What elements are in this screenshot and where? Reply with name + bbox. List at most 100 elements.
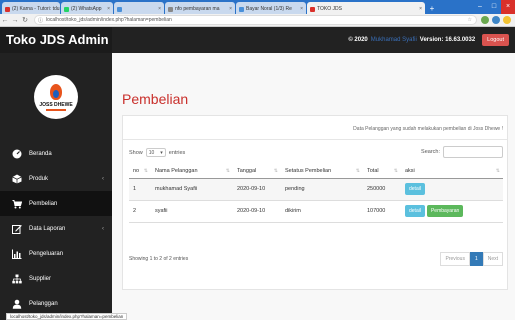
previous-button[interactable]: Previous [440,252,470,266]
extension-icon[interactable] [481,16,489,24]
browser-tab[interactable]: (2) WhatsApp × [61,2,113,14]
sidebar-item-label: Pengeluaran [29,250,64,257]
sidebar-item-pengeluaran[interactable]: Pengeluaran [0,241,112,266]
browser-tab[interactable]: × [114,2,164,14]
panel: Data Pelanggan yang sudah melakukan pemb… [122,115,508,290]
sitemap-icon [12,274,22,284]
cell-aksi: detail Pembayaran [401,199,503,223]
col-status[interactable]: Setatus Pembelian ⇅ [281,164,363,179]
table-row: 2 syafii 2020-09-10 dikirim 107000 detai… [129,199,503,223]
chevron-left-icon: ‹ [102,225,104,232]
logout-button[interactable]: Logout [482,34,509,46]
tab-favicon-icon [239,6,244,12]
tab-favicon-icon [5,6,10,12]
bookmark-star-icon[interactable]: ☆ [468,17,472,23]
cell-tanggal: 2020-09-10 [233,199,281,223]
cell-no: 2 [129,199,151,223]
detail-button[interactable]: detail [405,205,425,217]
col-nama[interactable]: Nama Pelanggan ⇅ [151,164,233,179]
header-user: Mukhamad Syafii [370,37,417,43]
tab-close-icon[interactable]: × [229,6,232,12]
browser-tabbar: (2) Karna - Tutori: tdu× (2) WhatsApp× ×… [0,0,515,14]
browser-tab[interactable]: (2) Karna - Tutori: tdu× [2,2,60,14]
show-entries: Show 10 ▾ entries [129,148,185,157]
tab-close-icon[interactable]: × [158,6,161,12]
cell-aksi: detail [401,177,503,201]
browser-tab[interactable]: Bayar Noral (1/3) Re × [236,2,306,14]
header-year: © 2020 [348,37,368,43]
extension-icon[interactable] [492,16,500,24]
new-tab-icon[interactable]: + [426,4,438,14]
profile-icon[interactable] [503,16,511,24]
window-controls: – □ × [473,0,515,14]
entries-select[interactable]: 10 ▾ [145,148,166,157]
search-label: Search: [421,149,440,155]
tab-close-icon[interactable]: × [300,6,303,12]
cell-status: dikirim [281,199,363,223]
next-button[interactable]: Next [482,252,503,266]
tab-favicon-icon [168,6,173,12]
reload-icon[interactable]: ↻ [20,16,30,24]
sidebar: JOSS DHEWE Beranda Produk ‹ Pembelian Da… [0,53,112,320]
status-bar: localhost/toko_jds/admin/index.php?halam… [6,313,128,320]
tab-close-icon[interactable]: × [419,6,422,12]
col-no[interactable]: no ⇅ [129,164,151,179]
sort-icon: ⇅ [495,168,500,174]
entries-label: entries [168,149,186,156]
cell-tanggal: 2020-09-10 [233,177,281,201]
search-box: Search: [421,146,503,158]
cell-nama: mukhamad Syafii [151,177,233,201]
url-input[interactable]: ⓘ localhost/toko_jds/admin/index.php?hal… [34,15,477,25]
sort-icon: ⇅ [143,168,148,174]
window-close-icon[interactable]: × [501,0,515,14]
maximize-icon[interactable]: □ [487,0,501,14]
search-input[interactable] [443,146,503,158]
purchase-table: no ⇅ Nama Pelanggan ⇅ Tanggal ⇅ Setatus Pem… [129,164,503,223]
showing-info: Showing 1 to 2 of 2 entries [129,256,189,262]
detail-button[interactable]: detail [405,183,425,195]
tab-close-icon[interactable]: × [107,6,110,12]
cell-total: 107000 [363,199,401,223]
page-button-1[interactable]: 1 [469,252,483,266]
col-aksi[interactable]: aksi ⇅ [401,164,503,179]
sidebar-item-beranda[interactable]: Beranda [0,141,112,166]
minimize-icon[interactable]: – [473,0,487,14]
table-header-row: no ⇅ Nama Pelanggan ⇅ Tanggal ⇅ Setatus Pem… [129,164,503,179]
cube-icon [12,174,22,184]
sort-icon: ⇅ [225,168,230,174]
browser-tab[interactable]: nfo pembayaran ma × [165,2,235,14]
show-label: Show [129,149,143,156]
sidebar-item-pembelian[interactable]: Pembelian [0,191,112,216]
pembayaran-button[interactable]: Pembayaran [426,205,464,217]
chevron-left-icon: ‹ [102,175,104,182]
logo: JOSS DHEWE [34,75,78,119]
sidebar-item-label: Beranda [29,150,52,157]
tab-favicon-icon [64,6,69,12]
edit-icon [12,224,22,234]
sidebar-item-produk[interactable]: Produk ‹ [0,166,112,191]
logo-area: JOSS DHEWE [0,53,112,141]
app-header: Toko JDS Admin © 2020 Mukhamad Syafii Ve… [0,27,515,53]
header-info: © 2020 Mukhamad Syafii Version: 16.63.00… [348,27,509,53]
cell-no: 1 [129,177,151,201]
panel-note: Data Pelanggan yang sudah melakukan pemb… [353,126,503,132]
col-total[interactable]: Total ⇅ [363,164,401,179]
forward-icon[interactable]: → [10,17,20,24]
entries-value: 10 [148,149,155,156]
pagination: Previous 1 Next [440,252,503,266]
chevron-down-icon: ▾ [160,149,163,156]
col-tanggal[interactable]: Tanggal ⇅ [233,164,281,179]
browser-tab-active[interactable]: TOKO JDS × [307,2,425,14]
sort-icon: ⇅ [393,168,398,174]
extensions [481,16,511,24]
back-icon[interactable]: ← [0,17,10,24]
sidebar-item-supplier[interactable]: Supplier [0,266,112,291]
sort-icon: ⇅ [273,168,278,174]
sort-icon: ⇅ [355,168,360,174]
logo-text: JOSS DHEWE [39,101,73,108]
page-title: Pembelian [122,91,189,107]
sidebar-item-data-laporan[interactable]: Data Laporan ‹ [0,216,112,241]
brand-title[interactable]: Toko JDS Admin [0,27,112,53]
cell-status: pending [281,177,363,201]
flame-icon [50,83,62,100]
